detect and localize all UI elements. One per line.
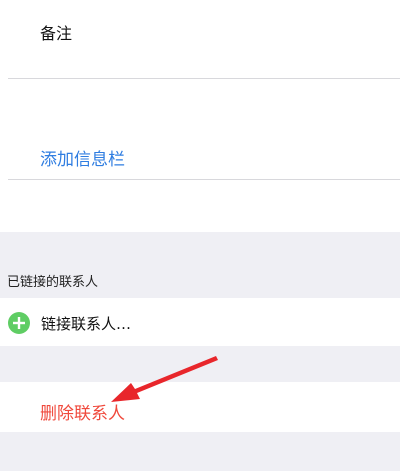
add-field-divider (8, 179, 400, 180)
link-contact-label: 链接联系人… (41, 315, 132, 333)
link-contact-button[interactable]: 链接联系人… (0, 300, 400, 346)
linked-contacts-header: 已链接的联系人 (7, 275, 99, 290)
delete-contact-button[interactable]: 删除联系人 (40, 399, 125, 424)
contact-edit-page: 备注 添加信息栏 已链接的联系人 链接联系人… 删除联系人 (0, 0, 400, 471)
notes-label: 备注 (40, 24, 73, 43)
bottom-spacer (0, 432, 400, 471)
plus-circle-icon (8, 312, 30, 334)
section-spacer (0, 346, 400, 382)
add-field-button[interactable]: 添加信息栏 (40, 145, 125, 170)
notes-row[interactable]: 备注 (0, 0, 400, 78)
